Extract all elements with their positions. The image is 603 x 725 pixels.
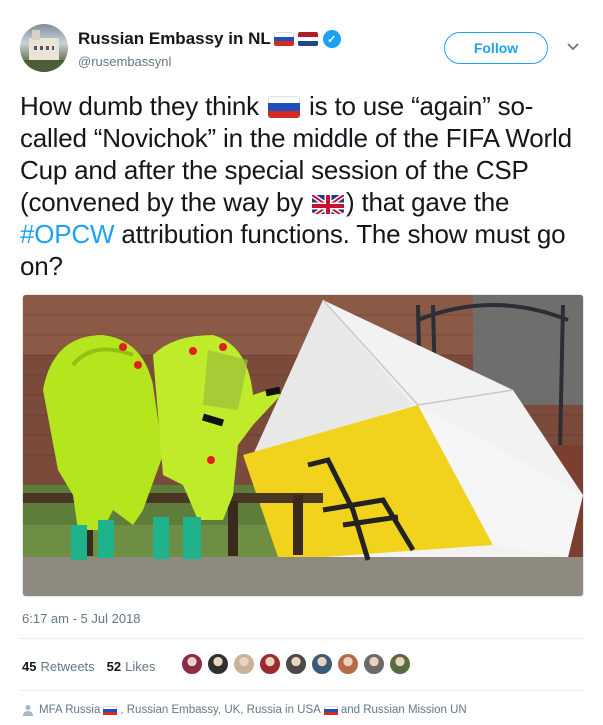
uk-flag-emoji-icon bbox=[312, 192, 345, 214]
liker-avatar[interactable] bbox=[181, 653, 203, 675]
follow-button[interactable]: Follow bbox=[444, 32, 548, 64]
chevron-down-icon[interactable] bbox=[563, 38, 583, 58]
russia-flag-icon bbox=[103, 705, 118, 715]
avatar[interactable] bbox=[20, 24, 68, 72]
tweet-text-part3: ) that gave the bbox=[346, 187, 510, 217]
context-part1[interactable]: MFA Russia bbox=[39, 704, 100, 716]
likes-stat[interactable]: 52 Likes bbox=[107, 659, 156, 674]
liker-avatars bbox=[181, 653, 415, 675]
context-part3[interactable]: and Russian Mission UN bbox=[341, 704, 467, 716]
retweets-stat[interactable]: 45 Retweets bbox=[22, 659, 95, 674]
tweet-header: Russian Embassy in NL ✓ @rusembassynl Fo… bbox=[20, 24, 585, 74]
netherlands-flag-icon bbox=[297, 32, 318, 46]
context-part2[interactable]: , Russian Embassy, UK, Russia in USA bbox=[120, 704, 320, 716]
russia-flag-icon bbox=[323, 705, 338, 715]
liker-avatar[interactable] bbox=[207, 653, 229, 675]
liker-avatar[interactable] bbox=[259, 653, 281, 675]
handle[interactable]: @rusembassynl bbox=[78, 54, 171, 69]
engagement-stats: 45 Retweets 52 Likes bbox=[22, 654, 156, 678]
display-name[interactable]: Russian Embassy in NL bbox=[78, 29, 271, 49]
divider bbox=[20, 638, 583, 639]
liker-avatar[interactable] bbox=[285, 653, 307, 675]
likes-count: 52 bbox=[106, 658, 122, 674]
retweets-label: Retweets bbox=[40, 658, 95, 674]
russia-flag-icon bbox=[273, 32, 294, 46]
retweets-count: 45 bbox=[22, 658, 37, 674]
name-row[interactable]: Russian Embassy in NL ✓ bbox=[78, 28, 341, 50]
divider bbox=[20, 690, 583, 691]
liker-avatar[interactable] bbox=[311, 653, 333, 675]
russia-flag-emoji-icon bbox=[268, 96, 301, 118]
verified-icon: ✓ bbox=[322, 30, 341, 48]
liker-avatar[interactable] bbox=[337, 653, 359, 675]
liker-avatar[interactable] bbox=[363, 653, 385, 675]
tweet-timestamp[interactable]: 6:17 am - 5 Jul 2018 bbox=[22, 611, 141, 626]
tweet-photo[interactable] bbox=[22, 294, 584, 597]
tweet-text: How dumb they think is to use “again” so… bbox=[20, 90, 585, 282]
likes-label: Likes bbox=[125, 658, 156, 674]
person-icon bbox=[23, 705, 33, 716]
liker-avatar[interactable] bbox=[389, 653, 411, 675]
hashtag-link[interactable]: #OPCW bbox=[20, 219, 115, 249]
liker-avatar[interactable] bbox=[233, 653, 255, 675]
tweet-text-part1: How dumb they think bbox=[20, 91, 267, 121]
followed-by-line: MFA Russia , Russian Embassy, UK, Russia… bbox=[22, 704, 467, 716]
